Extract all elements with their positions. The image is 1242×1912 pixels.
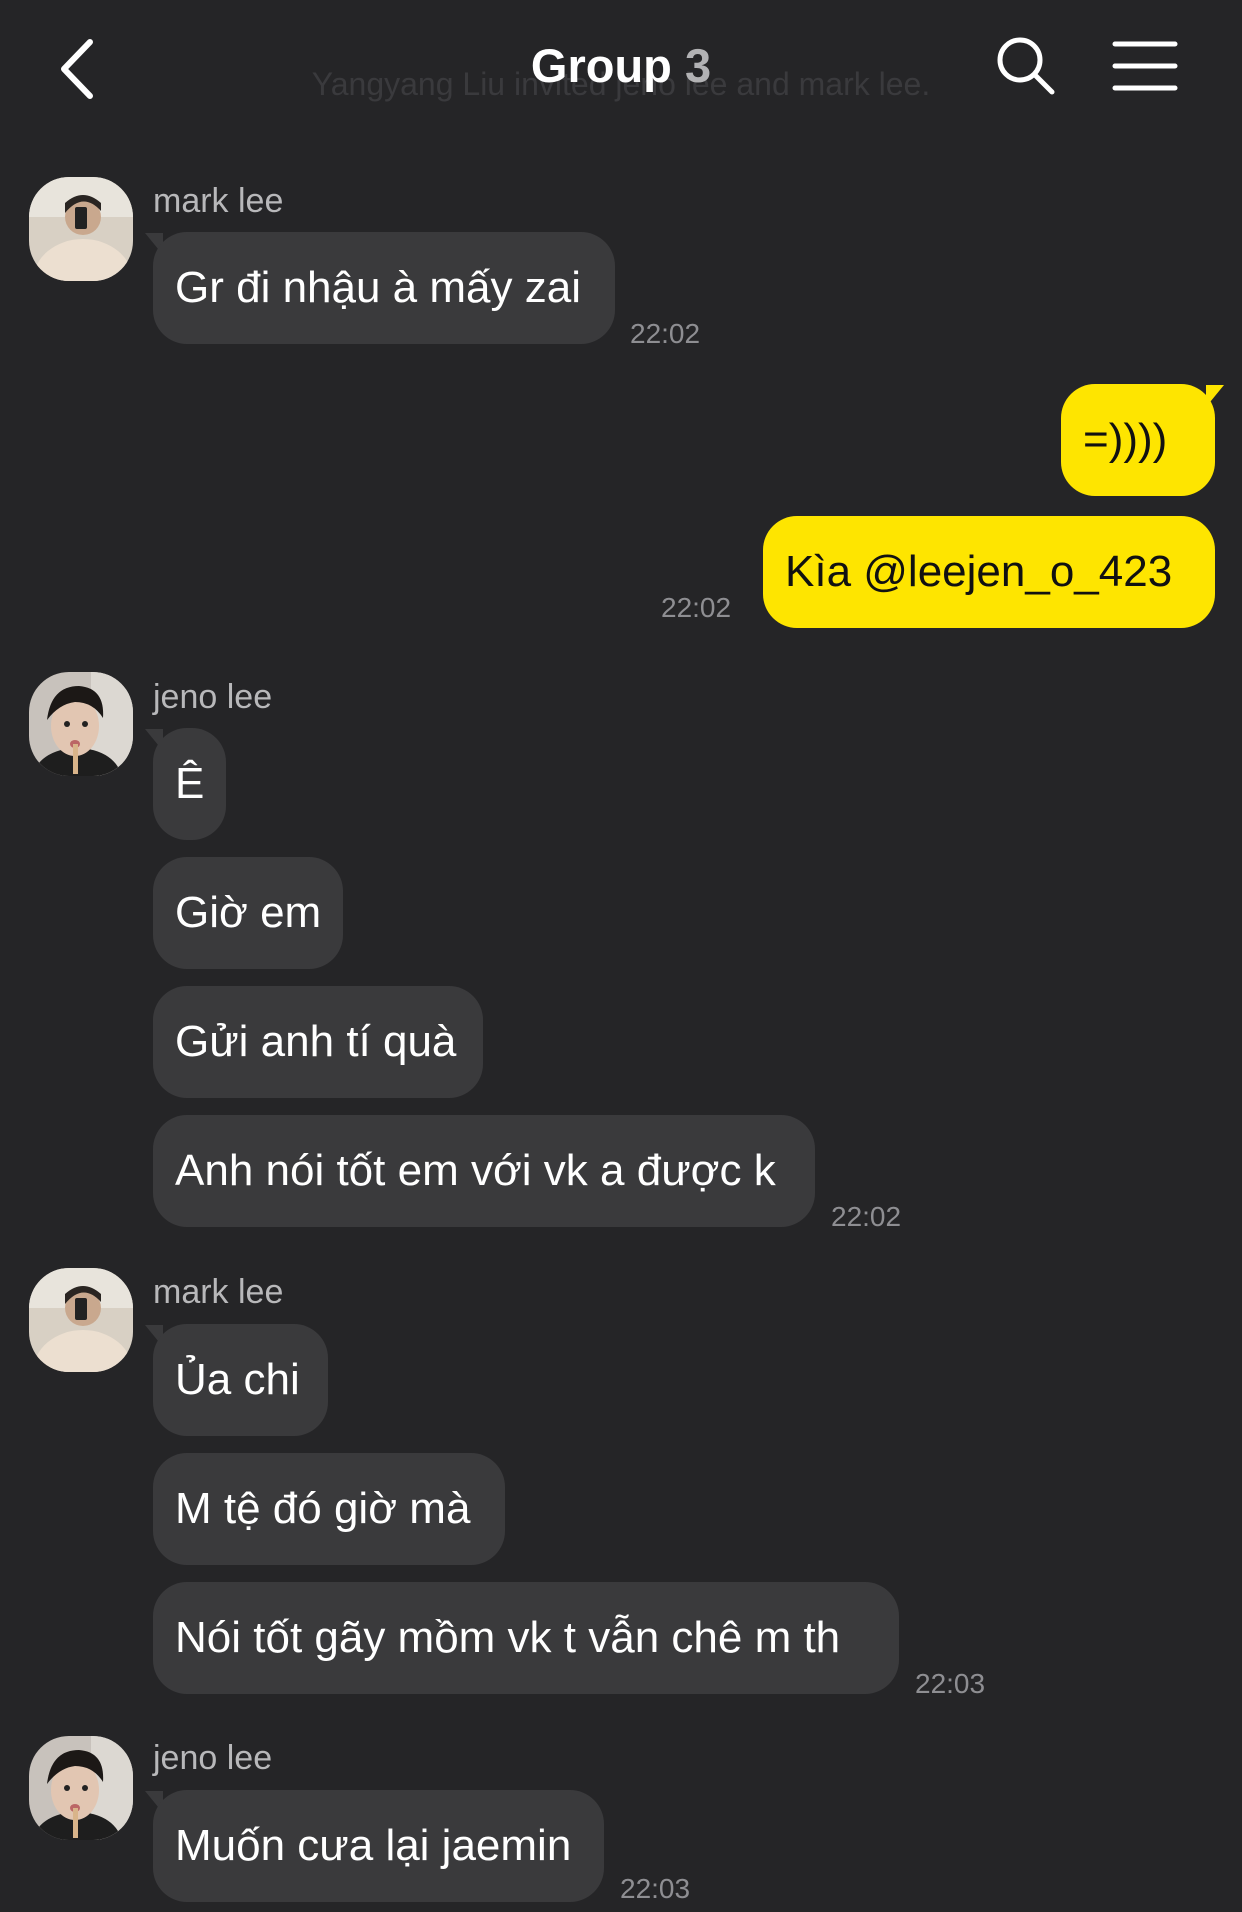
sender-name: mark lee bbox=[153, 182, 284, 220]
message-time: 22:02 bbox=[630, 318, 701, 349]
avatar-image bbox=[29, 177, 133, 281]
avatar-image bbox=[29, 1268, 133, 1372]
avatar-mark-lee[interactable] bbox=[29, 177, 133, 281]
group-name: Group bbox=[530, 39, 672, 92]
hamburger-menu-icon bbox=[1112, 41, 1178, 91]
sender-name: jeno lee bbox=[153, 1739, 273, 1777]
avatar-image bbox=[29, 672, 133, 776]
avatar-mark-lee[interactable] bbox=[29, 1268, 133, 1372]
search-button[interactable] bbox=[994, 34, 1058, 98]
message-bubble[interactable]: Anh nói tốt em với vk a được k bbox=[153, 1115, 815, 1227]
chevron-left-icon bbox=[61, 39, 93, 99]
message-bubble[interactable]: M tệ đó giờ mà bbox=[153, 1453, 505, 1565]
avatar-jeno-lee[interactable] bbox=[29, 1736, 133, 1840]
message-bubble[interactable]: Gửi anh tí quà bbox=[153, 986, 483, 1098]
avatar-jeno-lee[interactable] bbox=[29, 672, 133, 776]
my-message-bubble[interactable]: Kìa @leejen_o_423 bbox=[763, 516, 1215, 628]
message-time: 22:03 bbox=[915, 1668, 986, 1699]
member-count: 3 bbox=[684, 39, 712, 92]
back-button[interactable] bbox=[52, 34, 112, 104]
sender-name: mark lee bbox=[153, 1273, 284, 1311]
menu-button[interactable] bbox=[1112, 38, 1178, 94]
message-bubble[interactable]: Gr đi nhậu à mấy zai bbox=[153, 232, 615, 344]
message-time: 22:02 bbox=[661, 592, 732, 623]
my-message-bubble[interactable]: =)))) bbox=[1061, 384, 1215, 496]
sender-name: jeno lee bbox=[153, 678, 273, 716]
search-icon bbox=[997, 37, 1055, 95]
avatar-image bbox=[29, 1736, 133, 1840]
message-bubble[interactable]: Ủa chi bbox=[153, 1324, 328, 1436]
message-bubble[interactable]: Ê bbox=[153, 728, 226, 840]
message-bubble[interactable]: Nói tốt gãy mồm vk t vẫn chê m th bbox=[153, 1582, 899, 1694]
message-bubble[interactable]: Muốn cưa lại jaemin bbox=[153, 1790, 604, 1902]
message-bubble[interactable]: Giờ em bbox=[153, 857, 343, 969]
message-time: 22:03 bbox=[620, 1873, 691, 1904]
message-time: 22:02 bbox=[831, 1201, 902, 1232]
chat-header: Yangyang Liu invited jeno lee and mark l… bbox=[0, 0, 1242, 130]
